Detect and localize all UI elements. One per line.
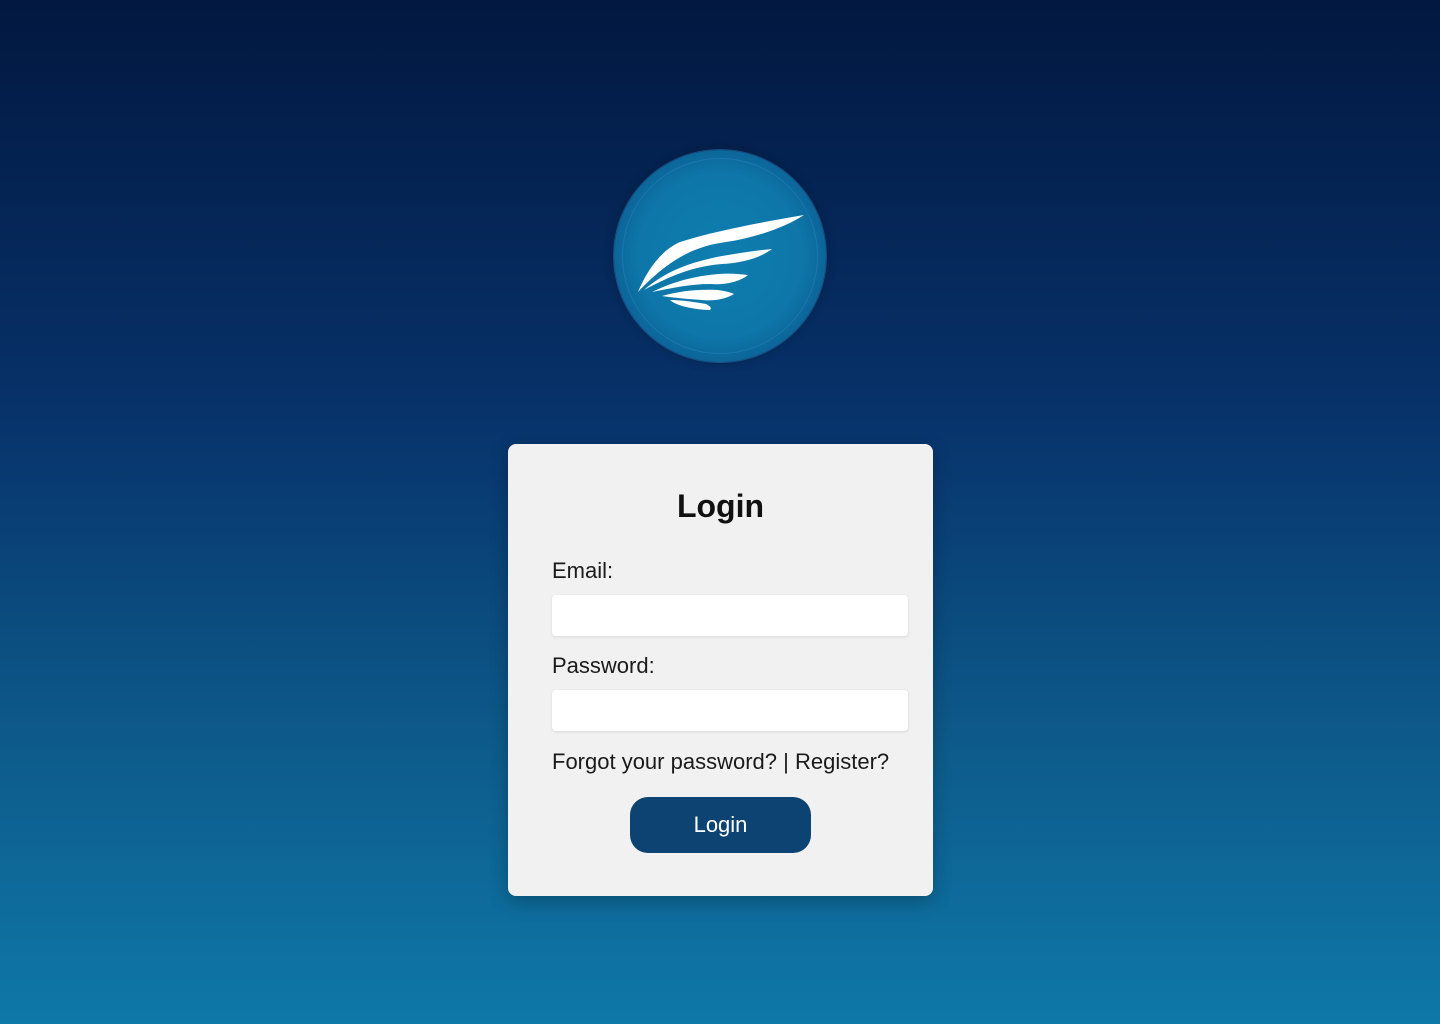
password-field[interactable] <box>552 690 908 731</box>
login-card: Login Email: Password: Forgot your passw… <box>508 444 933 896</box>
forgot-password-link[interactable]: Forgot your password? <box>552 749 777 774</box>
email-label: Email: <box>552 558 614 583</box>
brand-logo <box>614 150 826 362</box>
link-separator: | <box>783 749 789 774</box>
login-title: Login <box>676 488 765 524</box>
wing-icon <box>638 215 804 310</box>
password-label: Password: <box>552 653 655 678</box>
account-links: Forgot your password? | Register? <box>552 749 889 775</box>
email-field[interactable] <box>552 595 908 636</box>
login-button[interactable]: Login <box>630 797 811 853</box>
register-link[interactable]: Register? <box>795 749 889 774</box>
